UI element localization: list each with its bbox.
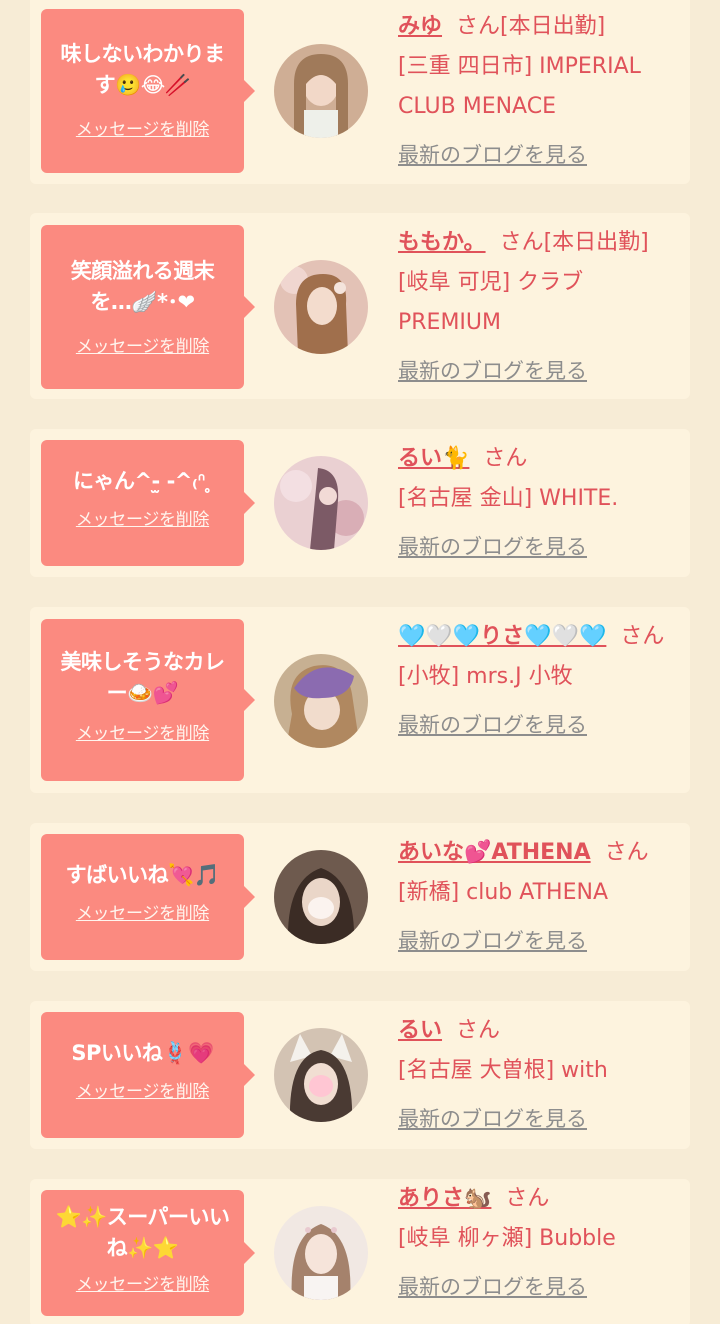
profile-info: るい さん [名古屋 大曽根] with 最新のブログを見る (398, 1011, 680, 1140)
avatar[interactable] (274, 44, 368, 138)
shop-info: [三重 四日市] IMPERIAL CLUB MENACE (398, 54, 641, 119)
message-card: SPいいね🪢💗 メッセージを削除 るい さん [名古屋 大曽根] with 最新の… (30, 1001, 690, 1149)
delete-message-link[interactable]: メッセージを削除 (76, 719, 210, 744)
shop-info: [岐阜 可児] クラブPREMIUM (398, 270, 584, 335)
message-card: にゃん^-̫ -^₍ᐢ ̥ メッセージを削除 るい🐈 さん [名古屋 金山] WH… (30, 429, 690, 577)
message-card: 味しないわかります🥲😂🥢 メッセージを削除 みゆ さん[本日出勤] [三重 四日市… (30, 0, 690, 184)
message-bubble: 味しないわかります🥲😂🥢 メッセージを削除 (41, 9, 255, 173)
message-card: 笑顔溢れる週末を…🪽*･❤ メッセージを削除 ももか。 さん[本日出勤] [岐阜 … (30, 213, 690, 399)
latest-blog-link[interactable]: 最新のブログを見る (398, 527, 587, 567)
shop-info: [名古屋 大曽根] with (398, 1058, 608, 1083)
delete-message-link[interactable]: メッセージを削除 (76, 1270, 210, 1295)
message-bubble: SPいいね🪢💗 メッセージを削除 (41, 1012, 255, 1138)
honorific-status: さん (505, 1186, 550, 1211)
message-text: 笑顔溢れる週末を…🪽*･❤ (70, 259, 215, 314)
latest-blog-link[interactable]: 最新のブログを見る (398, 1267, 587, 1307)
message-bubble: ⭐✨スーパーいいね✨⭐ メッセージを削除 (41, 1190, 255, 1316)
profile-info: あいな💕ATHENA さん [新橋] club ATHENA 最新のブログを見る (398, 833, 680, 962)
message-bubble: すばいいね💘🎵 メッセージを削除 (41, 834, 255, 960)
latest-blog-link[interactable]: 最新のブログを見る (398, 921, 587, 961)
profile-name-link[interactable]: 🩵🤍🩵りさ🩵🤍🩵 (398, 624, 606, 649)
message-bubble: 美味しそうなカレー🍛💕 メッセージを削除 (41, 619, 255, 781)
profile-info: みゆ さん[本日出勤] [三重 四日市] IMPERIAL CLUB MENACE… (398, 7, 680, 176)
message-bubble: 笑顔溢れる週末を…🪽*･❤ メッセージを削除 (41, 225, 255, 389)
message-text: 味しないわかります🥲😂🥢 (60, 42, 226, 97)
avatar[interactable] (274, 654, 368, 748)
shop-info: [新橋] club ATHENA (398, 880, 608, 905)
profile-name-link[interactable]: るい (398, 1018, 442, 1043)
message-text: ⭐✨スーパーいいね✨⭐ (55, 1205, 230, 1260)
message-list: 味しないわかります🥲😂🥢 メッセージを削除 みゆ さん[本日出勤] [三重 四日市… (0, 0, 720, 1324)
profile-name-link[interactable]: るい🐈 (398, 446, 469, 471)
latest-blog-link[interactable]: 最新のブログを見る (398, 351, 587, 391)
avatar[interactable] (274, 456, 368, 550)
delete-message-link[interactable]: メッセージを削除 (76, 505, 210, 530)
profile-info: ももか。 さん[本日出勤] [岐阜 可児] クラブPREMIUM 最新のブログを見… (398, 223, 680, 392)
latest-blog-link[interactable]: 最新のブログを見る (398, 705, 587, 745)
message-card: すばいいね💘🎵 メッセージを削除 あいな💕ATHENA さん [新橋] club … (30, 823, 690, 971)
avatar[interactable] (274, 1028, 368, 1122)
avatar[interactable] (274, 260, 368, 354)
message-text: すばいいね💘🎵 (65, 863, 220, 887)
profile-name-link[interactable]: ありさ🐿️ (398, 1186, 491, 1211)
profile-name-link[interactable]: ももか。 (398, 230, 486, 255)
delete-message-link[interactable]: メッセージを削除 (76, 115, 210, 140)
message-text: 美味しそうなカレー🍛💕 (60, 650, 226, 705)
honorific-status: さん (604, 840, 649, 865)
delete-message-link[interactable]: メッセージを削除 (76, 899, 210, 924)
avatar[interactable] (274, 1206, 368, 1300)
message-card: ⭐✨スーパーいいね✨⭐ メッセージを削除 ありさ🐿️ さん [岐阜 柳ヶ瀬] Bu… (30, 1179, 690, 1324)
honorific-status: さん[本日出勤] (499, 230, 649, 255)
honorific-status: さん (456, 1018, 501, 1043)
profile-info: 🩵🤍🩵りさ🩵🤍🩵 さん [小牧] mrs.J 小牧 最新のブログを見る (398, 617, 680, 746)
shop-info: [名古屋 金山] WHITE. (398, 486, 619, 511)
delete-message-link[interactable]: メッセージを削除 (76, 332, 210, 357)
honorific-status: さん (483, 446, 528, 471)
honorific-status: さん[本日出勤] (456, 14, 606, 39)
message-text: にゃん^-̫ -^₍ᐢ ̥ (72, 469, 213, 493)
delete-message-link[interactable]: メッセージを削除 (76, 1077, 210, 1102)
profile-name-link[interactable]: みゆ (398, 14, 442, 39)
latest-blog-link[interactable]: 最新のブログを見る (398, 135, 587, 175)
profile-name-link[interactable]: あいな💕ATHENA (398, 840, 591, 865)
message-card: 美味しそうなカレー🍛💕 メッセージを削除 🩵🤍🩵りさ🩵🤍🩵 さん [小牧] mrs… (30, 607, 690, 793)
avatar[interactable] (274, 850, 368, 944)
shop-info: [小牧] mrs.J 小牧 (398, 664, 573, 689)
honorific-status: さん (620, 624, 665, 649)
shop-info: [岐阜 柳ヶ瀬] Bubble (398, 1226, 616, 1251)
profile-info: るい🐈 さん [名古屋 金山] WHITE. 最新のブログを見る (398, 439, 680, 568)
message-bubble: にゃん^-̫ -^₍ᐢ ̥ メッセージを削除 (41, 440, 255, 566)
profile-info: ありさ🐿️ さん [岐阜 柳ヶ瀬] Bubble 最新のブログを見る (398, 1179, 680, 1308)
latest-blog-link[interactable]: 最新のブログを見る (398, 1099, 587, 1139)
message-text: SPいいね🪢💗 (71, 1041, 214, 1065)
